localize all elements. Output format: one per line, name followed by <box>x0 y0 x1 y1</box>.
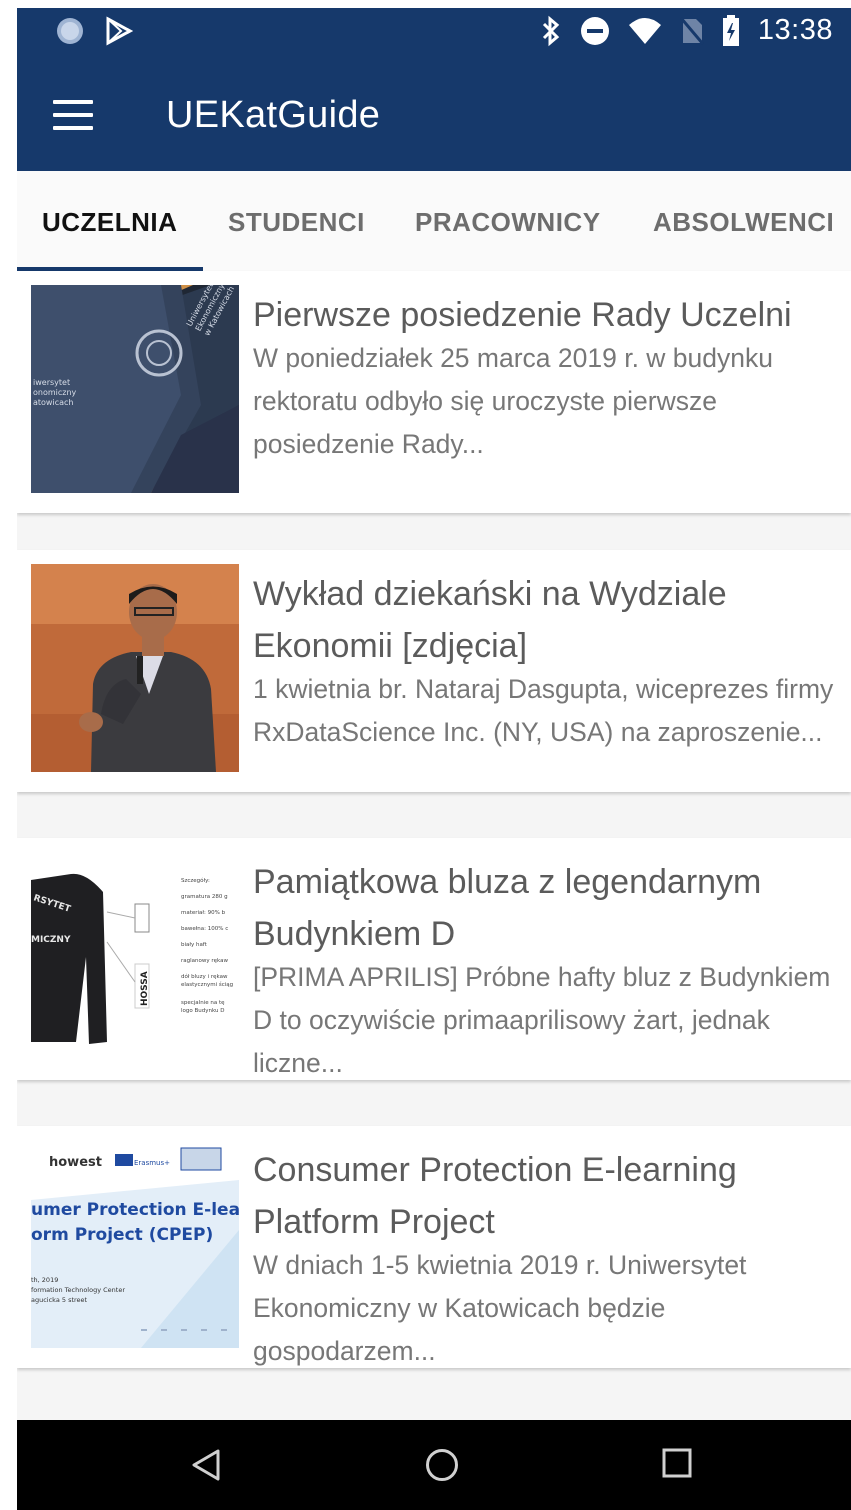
article-title: Consumer Protection E-learning Platform … <box>253 1151 737 1241</box>
poster-text: formation Technology Center <box>31 1286 125 1294</box>
article-thumbnail: howest Erasmus+ umer Protection E-lea or… <box>31 1140 239 1348</box>
poster-text: agucicka 5 street <box>31 1296 88 1304</box>
article-card[interactable]: Wykład dziekański na Wydziale Ekonomii [… <box>17 550 851 792</box>
toolbar: UEKatGuide <box>17 68 851 164</box>
article-description: 1 kwietnia br. Nataraj Dasgupta, wicepre… <box>253 674 834 747</box>
back-icon[interactable] <box>190 1448 222 1482</box>
article-thumbnail <box>31 564 239 772</box>
battery-charging-icon <box>722 14 739 46</box>
article-card[interactable]: RSYTET MICZNY HOSSA Szczegóły: gramatura… <box>17 838 851 1080</box>
article-title: Wykład dziekański na Wydziale Ekonomii [… <box>253 575 727 665</box>
poster-text: orm Project (CPEP) <box>31 1225 213 1245</box>
app-bar: 13:38 UEKatGuide <box>17 8 851 171</box>
hamburger-menu-icon[interactable] <box>53 98 95 132</box>
status-time: 13:38 <box>757 14 833 46</box>
poster-text: umer Protection E-lea <box>31 1200 239 1220</box>
article-title: Pamiątkowa bluza z legendarnym Budynkiem… <box>253 863 762 953</box>
tab-studenci[interactable]: STUDENCI <box>228 207 365 238</box>
hoodie-text: MICZNY <box>31 935 71 945</box>
hoodie-text: HOSSA <box>140 971 150 1006</box>
cover-text: onomiczny <box>33 388 77 397</box>
article-thumbnail: RSYTET MICZNY HOSSA Szczegóły: gramatura… <box>31 852 239 1060</box>
spec-text: biały haft <box>181 942 208 948</box>
tab-pracownicy[interactable]: PRACOWNICY <box>415 207 601 238</box>
circle-notification-icon <box>57 18 83 44</box>
poster-text: howest <box>49 1155 102 1170</box>
article-card[interactable]: howest Erasmus+ umer Protection E-lea or… <box>17 1126 851 1368</box>
tab-absolwenci[interactable]: ABSOLWENCI <box>653 207 834 238</box>
article-card[interactable]: iwersytet onomiczny atowicach Uniwersyte… <box>17 271 851 513</box>
phone-screen: 13:38 UEKatGuide UCZELNIA STUDENCI PRACO… <box>17 8 851 1510</box>
spec-text: bawełna: 100% c <box>181 926 228 932</box>
system-nav-bar <box>17 1420 851 1510</box>
article-title: Pierwsze posiedzenie Rady Uczelni <box>253 296 792 334</box>
do-not-disturb-icon <box>580 16 609 45</box>
no-sim-icon <box>679 16 704 45</box>
poster-text: Erasmus+ <box>134 1159 170 1167</box>
bluetooth-icon <box>542 15 560 46</box>
spec-text: dół bluzy i rękaw <box>181 973 228 980</box>
article-description: W poniedziałek 25 marca 2019 r. w budynk… <box>253 343 773 459</box>
status-bar: 13:38 <box>17 8 851 58</box>
cover-text: atowicach <box>33 398 73 407</box>
spec-text: specjalnie na tę <box>181 1000 225 1006</box>
tab-uczelnia[interactable]: UCZELNIA <box>42 207 177 238</box>
article-description: [PRIMA APRILIS] Próbne hafty bluz z Budy… <box>253 962 831 1078</box>
wifi-icon <box>628 17 661 44</box>
app-title: UEKatGuide <box>166 94 381 136</box>
spec-text: gramatura 280 g <box>181 894 228 900</box>
poster-text: th, 2019 <box>31 1276 58 1284</box>
article-thumbnail: iwersytet onomiczny atowicach Uniwersyte… <box>31 285 239 493</box>
home-icon[interactable] <box>425 1448 459 1482</box>
tab-bar: UCZELNIA STUDENCI PRACOWNICY ABSOLWENCI <box>17 171 851 271</box>
spec-text: Szczegóły: <box>181 877 210 884</box>
article-description: W dniach 1-5 kwietnia 2019 r. Uniwersyte… <box>253 1250 747 1366</box>
spec-text: elastycznymi ściąg <box>181 981 233 988</box>
spec-text: materiał: 90% b <box>181 910 226 916</box>
play-store-icon <box>106 16 133 46</box>
recents-icon[interactable] <box>662 1448 692 1478</box>
cover-text: iwersytet <box>33 378 70 387</box>
spec-text: logo Budynku D <box>181 1008 224 1014</box>
spec-text: raglanowy rękaw <box>181 958 228 964</box>
